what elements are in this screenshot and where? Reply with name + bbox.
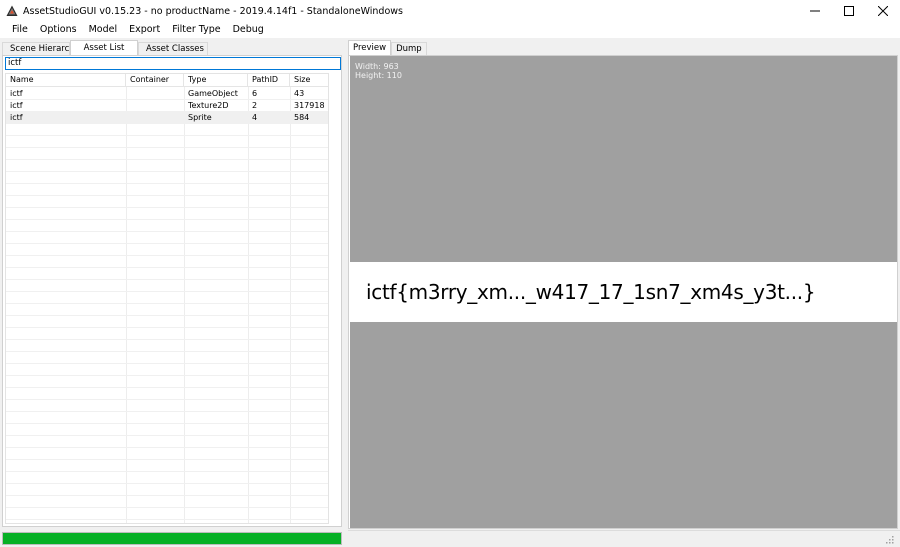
menu-file[interactable]: File (6, 22, 34, 38)
grid-line (6, 363, 328, 364)
grid-line (6, 423, 328, 424)
progress-bar (2, 532, 342, 545)
image-width-label: Width: 963 (355, 62, 399, 71)
column-header-container[interactable]: Container (126, 74, 184, 87)
tab-scene-hierarchy[interactable]: Scene Hierarchy (2, 42, 80, 56)
grid-line (6, 267, 328, 268)
right-pane: Preview Dump Width: 963 Height: 110 ictf… (348, 38, 900, 547)
column-header-name[interactable]: Name (6, 74, 126, 87)
cell-pathid: 6 (252, 89, 258, 98)
cell-pathid: 2 (252, 101, 258, 110)
column-header-type[interactable]: Type (184, 74, 248, 87)
cell-pathid: 4 (252, 113, 258, 122)
grid-line (6, 507, 328, 508)
grid-line (6, 291, 328, 292)
cell-type: GameObject (188, 89, 238, 98)
table-row-selected[interactable]: ictf Sprite 4 584 (6, 112, 328, 124)
cell-type: Texture2D (188, 101, 229, 110)
table-row[interactable]: ictf Texture2D 2 317918 (6, 100, 328, 112)
grid-line (6, 399, 328, 400)
grid-line (6, 351, 328, 352)
grid-line (6, 171, 328, 172)
cell-size: 43 (294, 89, 305, 98)
maximize-icon[interactable] (832, 0, 866, 22)
preview-image: ictf{m3rry_xm..._w417_17_1sn7_xm4s_y3t..… (350, 262, 897, 322)
grid-line (6, 219, 328, 220)
grid-line (6, 375, 328, 376)
tab-dump[interactable]: Dump (391, 42, 427, 56)
preview-page: Width: 963 Height: 110 ictf{m3rry_xm..._… (348, 55, 898, 529)
grid-line (6, 471, 328, 472)
column-header-pathid[interactable]: PathID (248, 74, 290, 87)
preview-canvas[interactable]: Width: 963 Height: 110 ictf{m3rry_xm..._… (350, 56, 897, 528)
grid-line (6, 195, 328, 196)
cell-container (126, 88, 184, 100)
grid-line (6, 495, 328, 496)
left-tab-strip: Scene Hierarchy Asset List Asset Classes (2, 40, 208, 56)
menu-bar: File Options Model Export Filter Type De… (0, 22, 900, 38)
cell-name: ictf (10, 89, 23, 98)
cell-container (126, 112, 184, 124)
cell-name: ictf (10, 113, 23, 122)
progress-fill (3, 533, 341, 544)
cell-size: 317918 (294, 101, 325, 110)
menu-options[interactable]: Options (34, 22, 83, 38)
grid-line (6, 279, 328, 280)
grid-line (6, 387, 328, 388)
grid-line (6, 135, 328, 136)
grid-line (6, 483, 328, 484)
window-title: AssetStudioGUI v0.15.23 - no productName… (23, 5, 403, 17)
grid-line (6, 243, 328, 244)
right-tab-strip: Preview Dump (348, 40, 427, 56)
grid-line (6, 147, 328, 148)
cell-size: 584 (294, 113, 310, 122)
grid-line (6, 255, 328, 256)
list-header: Name Container Type PathID Size (6, 74, 328, 87)
left-pane: Scene Hierarchy Asset List Asset Classes… (0, 38, 344, 547)
search-input[interactable]: ictf (5, 57, 341, 70)
grid-line (6, 315, 328, 316)
title-bar: AssetStudioGUI v0.15.23 - no productName… (0, 0, 900, 22)
image-height-label: Height: 110 (355, 71, 402, 80)
grid-line (6, 435, 328, 436)
grid-line (6, 207, 328, 208)
grid-line (6, 459, 328, 460)
asset-list-view[interactable]: Name Container Type PathID Size ictf Gam… (5, 73, 329, 524)
image-info: Width: 963 Height: 110 (355, 62, 402, 80)
grid-line (6, 303, 328, 304)
grid-line (6, 183, 328, 184)
status-strip (348, 530, 900, 547)
tab-asset-list[interactable]: Asset List (70, 40, 138, 56)
cell-type: Sprite (188, 113, 212, 122)
preview-image-text: ictf{m3rry_xm..._w417_17_1sn7_xm4s_y3t..… (366, 280, 816, 304)
menu-filter-type[interactable]: Filter Type (166, 22, 226, 38)
app-icon (6, 5, 18, 17)
column-header-size[interactable]: Size (290, 74, 328, 87)
menu-model[interactable]: Model (83, 22, 124, 38)
close-icon[interactable] (866, 0, 900, 22)
minimize-icon[interactable] (798, 0, 832, 22)
resize-grip-icon[interactable] (884, 534, 894, 544)
tab-asset-classes[interactable]: Asset Classes (138, 42, 208, 56)
grid-line (6, 231, 328, 232)
grid-line (6, 519, 328, 520)
menu-export[interactable]: Export (123, 22, 166, 38)
menu-debug[interactable]: Debug (227, 22, 270, 38)
grid-line (6, 159, 328, 160)
table-row[interactable]: ictf GameObject 6 43 (6, 88, 328, 100)
grid-line (6, 339, 328, 340)
tab-preview[interactable]: Preview (348, 40, 392, 56)
cell-container (126, 100, 184, 112)
grid-line (6, 447, 328, 448)
asset-list-page: ictf Name Container Type PathID Size ict… (2, 55, 342, 527)
cell-name: ictf (10, 101, 23, 110)
grid-line (6, 327, 328, 328)
grid-line (6, 411, 328, 412)
